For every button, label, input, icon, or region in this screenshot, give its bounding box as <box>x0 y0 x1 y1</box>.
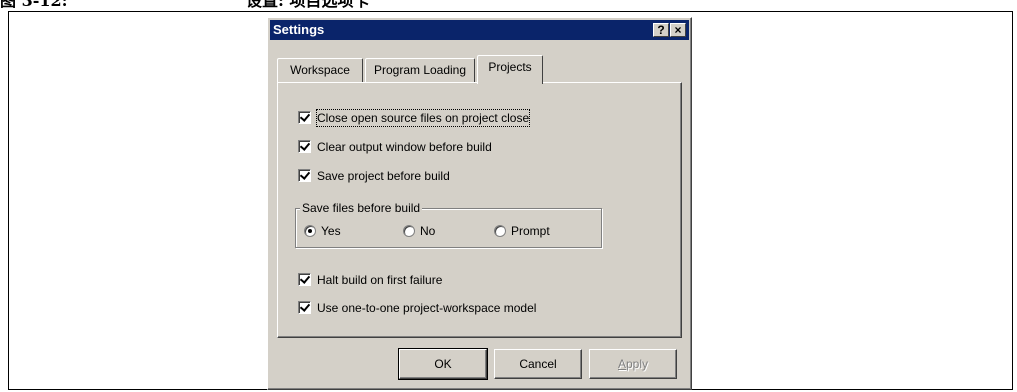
close-button[interactable]: × <box>670 23 686 37</box>
dialog-title: Settings <box>273 22 325 37</box>
ok-button[interactable]: OK <box>398 348 488 380</box>
help-button[interactable]: ? <box>653 23 669 37</box>
figure-frame: Settings ? × Workspace Program Loading P… <box>8 11 1013 390</box>
tab-projects[interactable]: Projects <box>477 55 543 84</box>
apply-label-rest: pply <box>626 357 649 371</box>
figure-caption: 图 3-12: 设置: 项目选项卡 <box>0 0 1017 11</box>
apply-button[interactable]: Apply <box>589 349 677 379</box>
figure-caption-text: 设置: 项目选项卡 <box>246 0 370 10</box>
figure-number: 图 3-12: <box>0 0 68 10</box>
projects-tab-panel <box>277 82 682 338</box>
title-bar[interactable]: Settings ? × <box>270 20 689 40</box>
cancel-button[interactable]: Cancel <box>494 349 582 379</box>
tab-program-loading[interactable]: Program Loading <box>365 58 475 82</box>
settings-dialog: Settings ? × Workspace Program Loading P… <box>267 17 692 390</box>
apply-accelerator: A <box>617 357 626 371</box>
tab-workspace[interactable]: Workspace <box>277 58 363 82</box>
